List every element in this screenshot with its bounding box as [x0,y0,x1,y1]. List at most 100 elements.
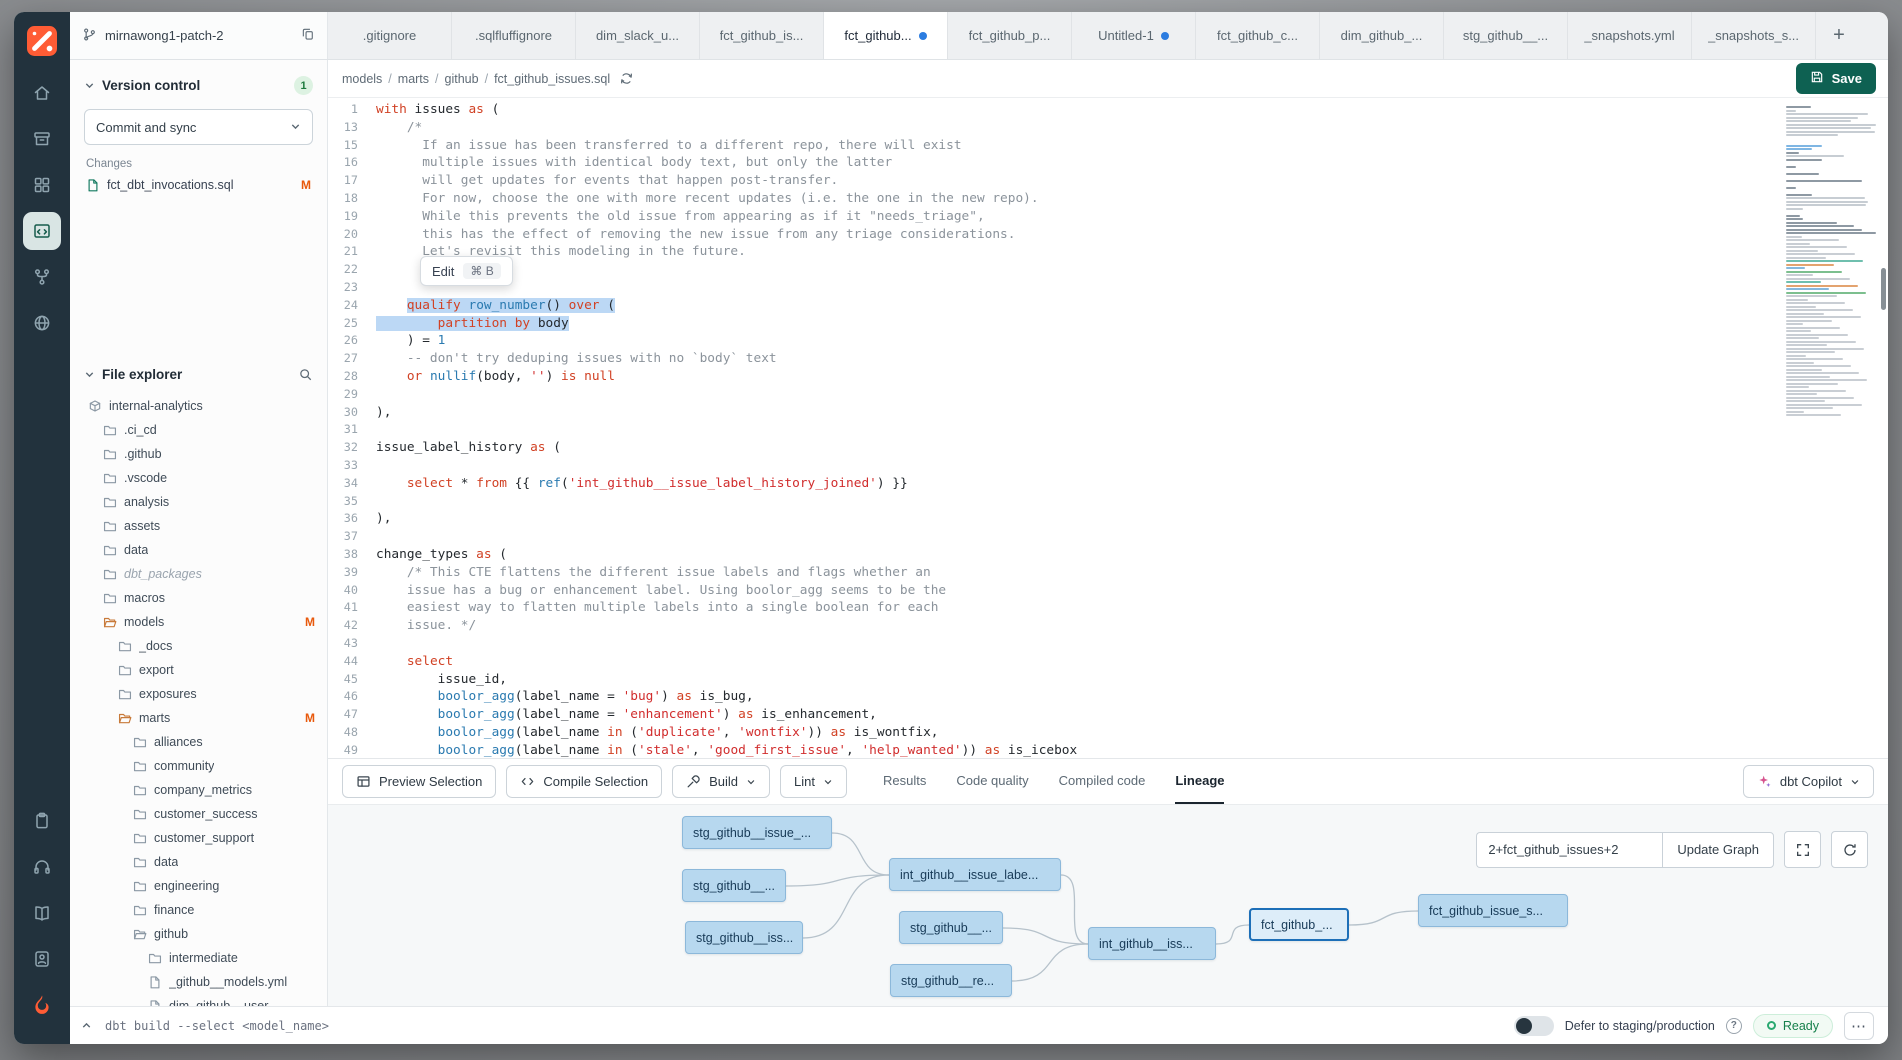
breadcrumb-sync-icon[interactable] [619,71,634,86]
nav-profile[interactable] [23,940,61,978]
tree-folder-item[interactable]: finance [82,898,315,922]
tree-folder-item[interactable]: export [82,658,315,682]
code-line[interactable]: 38change_types as ( [328,546,1782,564]
lineage-node[interactable]: stg_github__... [899,911,1003,944]
nav-changelog[interactable] [23,802,61,840]
code-line[interactable]: 21 Let's revisit this modeling in the fu… [328,243,1782,261]
nav-support[interactable] [23,848,61,886]
branch-selector[interactable]: mirnawong1-patch-2 [70,12,328,59]
nav-version-control[interactable] [23,258,61,296]
nav-explore[interactable] [23,304,61,342]
editor-tab[interactable]: _snapshots.yml [1568,12,1692,59]
tree-folder-item[interactable]: _docs [82,634,315,658]
code-line[interactable]: 27 -- don't try deduping issues with no … [328,350,1782,368]
editor-tab[interactable]: stg_github__... [1444,12,1568,59]
code-line[interactable]: 1with issues as ( [328,101,1782,119]
code-line[interactable]: 37 [328,528,1782,546]
file-explorer-header[interactable]: File explorer [82,363,315,386]
copy-branch-icon[interactable] [301,27,315,44]
code-line[interactable]: 15 If an issue has been transferred to a… [328,137,1782,155]
code-line[interactable]: 40 issue has a bug or enhancement label.… [328,582,1782,600]
tree-folder-item[interactable]: dbt_packages [82,562,315,586]
minimap[interactable] [1782,98,1888,758]
update-graph-button[interactable]: Update Graph [1662,832,1774,868]
breadcrumb-segment[interactable]: models [342,72,382,86]
editor-tab[interactable]: .sqlfluffignore [452,12,576,59]
panel-tab-code-quality[interactable]: Code quality [956,759,1028,804]
code-line[interactable]: 24 qualify row_number() over ( [328,297,1782,315]
nav-dbt-logo[interactable] [23,22,61,60]
tree-folder-item[interactable]: macros [82,586,315,610]
help-icon[interactable]: ? [1726,1018,1742,1034]
tree-folder-item[interactable]: .vscode [82,466,315,490]
compile-selection-button[interactable]: Compile Selection [506,765,662,798]
code-line[interactable]: 48 boolor_agg(label_name in ('duplicate'… [328,724,1782,742]
tree-folder-item[interactable]: modelsM [82,610,315,634]
changed-file-row[interactable]: fct_dbt_invocations.sql M [82,175,315,195]
panel-tab-compiled-code[interactable]: Compiled code [1059,759,1146,804]
editor-tab[interactable]: .gitignore [328,12,452,59]
code-line[interactable]: 16 multiple issues with identical body t… [328,154,1782,172]
nav-develop[interactable] [23,212,61,250]
ready-status-badge[interactable]: Ready [1753,1014,1833,1038]
nav-deploy[interactable] [23,120,61,158]
lineage-node[interactable]: stg_github__issue_... [682,816,832,849]
lineage-node[interactable]: int_github__iss... [1088,927,1216,960]
code-line[interactable]: 35 [328,493,1782,511]
tree-folder-item[interactable]: martsM [82,706,315,730]
tree-folder-item[interactable]: community [82,754,315,778]
new-tab-button[interactable]: + [1816,12,1862,59]
editor-tab[interactable]: fct_github_p... [948,12,1072,59]
code-line[interactable]: 47 boolor_agg(label_name = 'enhancement'… [328,706,1782,724]
dbt-copilot-button[interactable]: dbt Copilot [1743,765,1874,798]
code-line[interactable]: 49 boolor_agg(label_name in ('stale', 'g… [328,742,1782,758]
breadcrumb-segment[interactable]: marts [398,72,429,86]
chevron-up-icon[interactable] [80,1019,93,1032]
editor-tab[interactable]: fct_github_is... [700,12,824,59]
code-line[interactable]: 23 [328,279,1782,297]
code-line[interactable]: 29 [328,386,1782,404]
code-line[interactable]: 41 easiest way to flatten multiple label… [328,599,1782,617]
nav-apps[interactable] [23,166,61,204]
scrollbar-thumb[interactable] [1881,268,1886,310]
code-line[interactable]: 45 issue_id, [328,671,1782,689]
editor-tab[interactable]: fct_github... [824,12,948,59]
nav-docs[interactable] [23,894,61,932]
tree-folder-item[interactable]: data [82,850,315,874]
lineage-node[interactable]: stg_github__re... [890,964,1012,997]
breadcrumb-segment[interactable]: github [445,72,479,86]
tree-folder-item[interactable]: internal-analytics [82,394,315,418]
tree-folder-item[interactable]: data [82,538,315,562]
fullscreen-button[interactable] [1784,831,1821,868]
tree-folder-item[interactable]: customer_success [82,802,315,826]
code-line[interactable]: 19 While this prevents the old issue fro… [328,208,1782,226]
lineage-node[interactable]: stg_github__iss... [685,921,803,954]
lineage-node[interactable]: int_github__issue_labe... [889,858,1061,891]
more-options-button[interactable]: ⋯ [1844,1012,1874,1040]
code-line[interactable]: 36), [328,510,1782,528]
nav-dbt-labs[interactable] [23,986,61,1024]
version-control-header[interactable]: Version control 1 [82,72,315,99]
tree-folder-item[interactable]: assets [82,514,315,538]
code-line[interactable]: 17 will get updates for events that happ… [328,172,1782,190]
panel-tab-results[interactable]: Results [883,759,926,804]
tree-file-item[interactable]: dim_github__user... [82,994,315,1006]
cli-command-input[interactable]: dbt build --select <model_name> [105,1019,329,1033]
editor-tab[interactable]: dim_github_... [1320,12,1444,59]
code-line[interactable]: 20 this has the effect of removing the n… [328,226,1782,244]
editor-tab[interactable]: _snapshots_s... [1692,12,1816,59]
code-line[interactable]: 34 select * from {{ ref('int_github__iss… [328,475,1782,493]
preview-selection-button[interactable]: Preview Selection [342,765,496,798]
code-line[interactable]: 25 partition by body [328,315,1782,333]
tree-folder-item[interactable]: company_metrics [82,778,315,802]
code-line[interactable]: 13 /* [328,119,1782,137]
tree-folder-item[interactable]: customer_support [82,826,315,850]
refresh-graph-button[interactable] [1831,831,1868,868]
tree-folder-item[interactable]: .ci_cd [82,418,315,442]
nav-home[interactable] [23,74,61,112]
code-line[interactable]: 42 issue. */ [328,617,1782,635]
lint-button[interactable]: Lint [780,765,847,798]
code-line[interactable]: 39 /* This CTE flattens the different is… [328,564,1782,582]
save-button[interactable]: Save [1796,63,1876,94]
defer-toggle[interactable] [1514,1016,1554,1036]
